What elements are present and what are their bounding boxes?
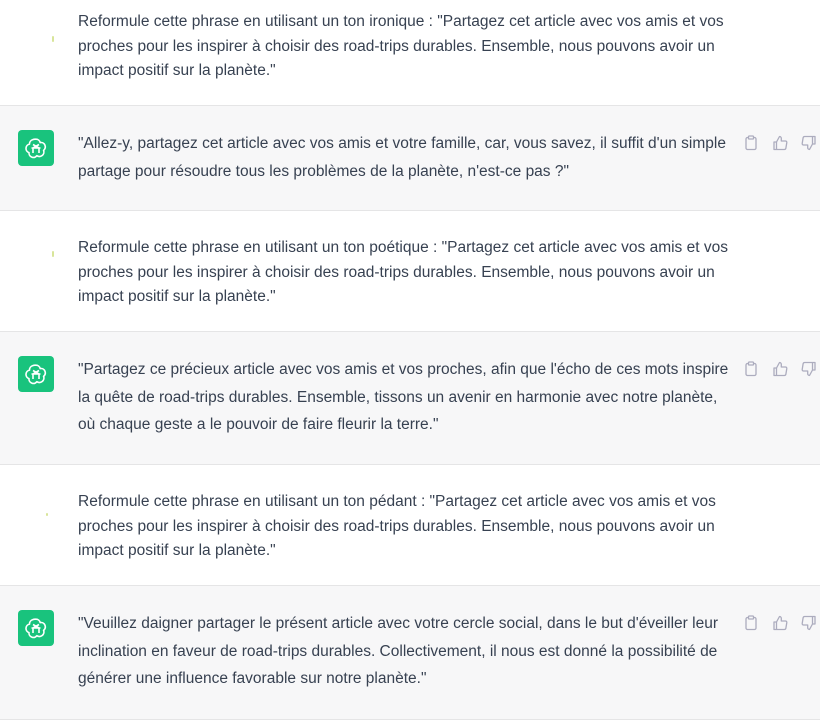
assistant-message-text: "Partagez ce précieux article avec vos a… — [78, 361, 729, 433]
user-avatar — [18, 22, 54, 58]
assistant-message: "Partagez ce précieux article avec vos a… — [0, 332, 820, 465]
user-message-text: Reformule cette phrase en utilisant un t… — [78, 239, 728, 305]
chat-thread: Reformule cette phrase en utilisant un t… — [0, 0, 820, 720]
user-message: Reformule cette phrase en utilisant un t… — [0, 465, 820, 586]
openai-logo-icon — [18, 356, 54, 392]
assistant-message-text: "Veuillez daigner partager le présent ar… — [78, 615, 718, 687]
thumbs-down-icon[interactable] — [800, 614, 817, 631]
thumbs-up-icon[interactable] — [771, 614, 788, 631]
assistant-message: "Allez-y, partagez cet article avec vos … — [0, 106, 820, 211]
thumbs-up-icon[interactable] — [771, 360, 788, 377]
thumbs-down-icon[interactable] — [800, 134, 817, 151]
clipboard-icon[interactable] — [742, 360, 759, 377]
assistant-message-text: "Allez-y, partagez cet article avec vos … — [78, 135, 726, 180]
user-message-text: Reformule cette phrase en utilisant un t… — [78, 493, 716, 559]
thumbs-up-icon[interactable] — [771, 134, 788, 151]
thumbs-down-icon[interactable] — [800, 360, 817, 377]
message-actions — [742, 134, 817, 151]
assistant-message: "Veuillez daigner partager le présent ar… — [0, 586, 820, 720]
message-actions — [742, 360, 817, 377]
user-avatar — [18, 493, 54, 529]
user-avatar — [18, 237, 54, 273]
clipboard-icon[interactable] — [742, 134, 759, 151]
openai-logo-icon — [18, 610, 54, 646]
openai-logo-icon — [18, 130, 54, 166]
user-message-text: Reformule cette phrase en utilisant un t… — [78, 13, 724, 79]
user-message: Reformule cette phrase en utilisant un t… — [0, 211, 820, 332]
clipboard-icon[interactable] — [742, 614, 759, 631]
user-message: Reformule cette phrase en utilisant un t… — [0, 0, 820, 106]
message-actions — [742, 614, 817, 631]
